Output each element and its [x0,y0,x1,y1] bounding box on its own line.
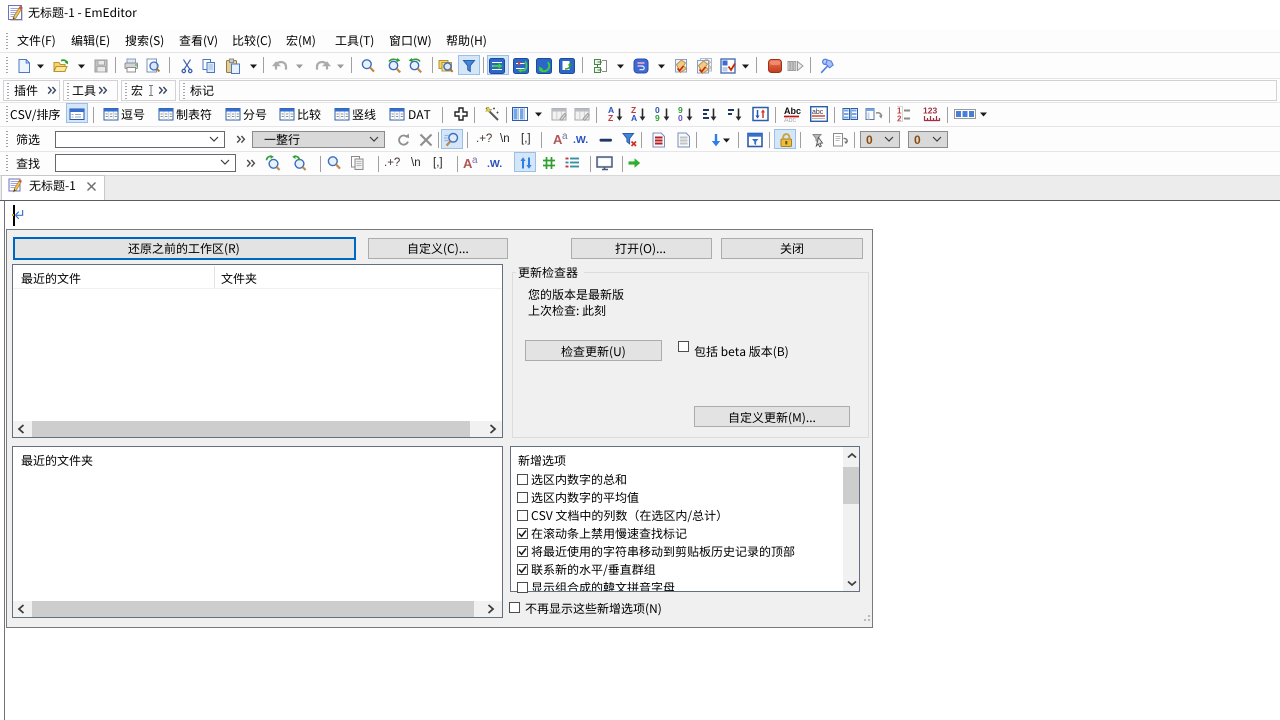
svg-text:123: 123 [923,106,937,116]
svg-text:Z: Z [608,113,613,122]
svg-text:9: 9 [655,113,660,122]
svg-text:Abc: Abc [784,117,797,122]
svg-text:0: 0 [678,113,683,122]
svg-text:Abc: Abc [784,106,801,116]
svg-text:A: A [631,113,637,122]
svg-text:abc: abc [812,109,824,116]
svg-text:2: 2 [897,115,902,123]
